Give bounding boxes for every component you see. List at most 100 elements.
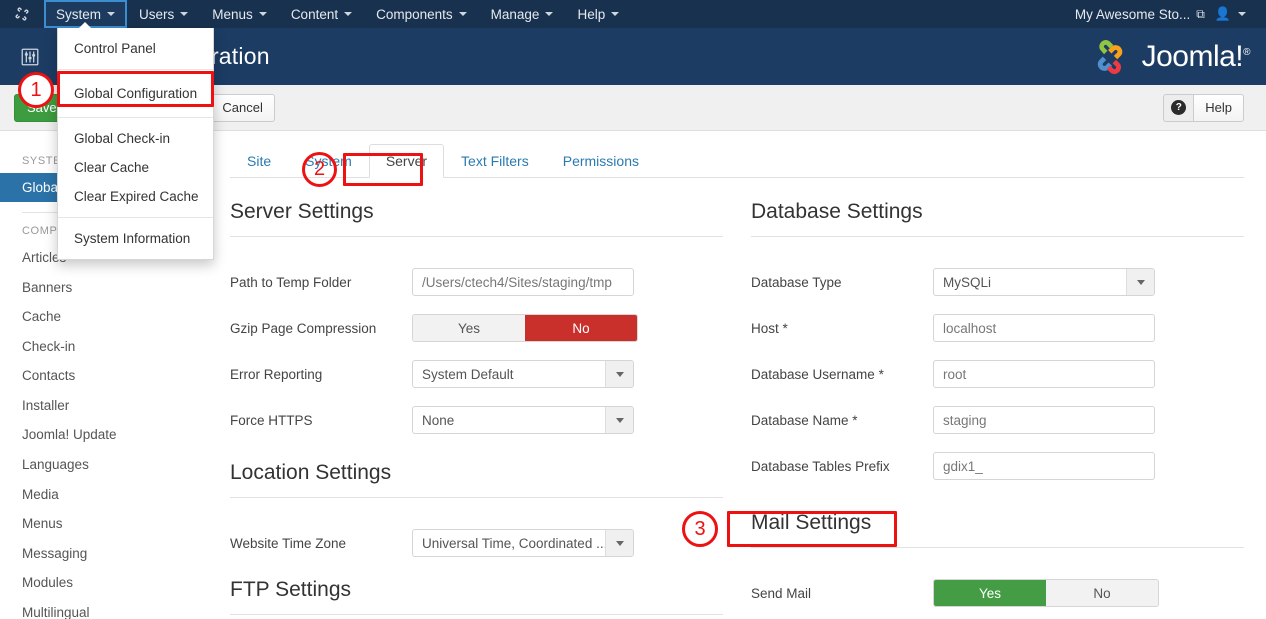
tab-site[interactable]: Site [230,144,288,178]
site-name-link[interactable]: My Awesome Sto... ⧉ [1075,7,1205,22]
menu-divider [58,69,213,70]
field-row-temp-folder: Path to Temp Folder /Users/ctech4/Sites/… [230,259,723,305]
label-error-reporting: Error Reporting [230,366,323,382]
select-database-type[interactable]: MySQLi [933,268,1155,296]
top-nav-manage[interactable]: Manage [479,0,566,28]
menu-item-global-configuration[interactable]: Global Configuration [58,76,213,111]
tab-permissions[interactable]: Permissions [546,144,656,178]
sidebar-item-menus[interactable]: Menus [0,509,212,539]
right-settings-column: Database Settings Database Type MySQLi H… [751,200,1244,619]
top-nav-menus[interactable]: Menus [200,0,279,28]
label-database-tables-prefix: Database Tables Prefix [751,458,890,474]
input-database-name[interactable]: staging [933,406,1155,434]
sliders-icon [0,46,46,68]
input-database-username[interactable]: root [933,360,1155,388]
select-error-reporting-value: System Default [422,366,514,382]
field-row-host: Host * localhost [751,305,1244,351]
field-row-database-type: Database Type MySQLi [751,259,1244,305]
sidebar-item-languages[interactable]: Languages [0,450,212,480]
settings-columns: Server Settings Path to Temp Folder /Use… [230,178,1244,619]
tab-system[interactable]: System [288,144,369,178]
help-button[interactable]: ? Help [1163,93,1244,122]
field-row-database-username: Database Username * root [751,351,1244,397]
select-database-type-value: MySQLi [943,274,992,290]
top-nav-menus-label: Menus [212,6,253,22]
input-database-tables-prefix[interactable]: gdix1_ [933,452,1155,480]
toggle-gzip-page-compression[interactable]: Yes No [412,314,638,342]
top-nav-content-label: Content [290,6,339,22]
toggle-gzip-no[interactable]: No [525,315,637,341]
select-website-time-zone[interactable]: Universal Time, Coordinated ... [412,529,634,557]
site-name-label: My Awesome Sto... [1074,6,1191,22]
toggle-gzip-yes[interactable]: Yes [413,315,525,341]
menu-divider [58,217,213,218]
cancel-button-label: Cancel [222,100,263,115]
top-nav-manage-label: Manage [490,6,540,22]
toggle-send-mail-no[interactable]: No [1046,580,1158,606]
toggle-send-mail-yes[interactable]: Yes [934,580,1046,606]
sidebar-item-multilingual-associations[interactable]: Multilingual Associations [0,598,120,619]
chevron-down-icon [258,12,267,16]
help-button-label-wrap[interactable]: Help [1193,93,1244,122]
field-row-database-name: Database Name * staging [751,397,1244,443]
help-icon: ? [1163,93,1194,122]
label-database-type: Database Type [751,274,842,290]
menu-item-control-panel[interactable]: Control Panel [58,34,213,63]
chevron-down-icon[interactable] [605,407,633,433]
label-database-username: Database Username * [751,366,884,382]
field-row-force-https: Force HTTPS None [230,397,723,443]
user-menu-button[interactable]: 👤 [1209,6,1252,22]
joomla-logo-icon[interactable] [0,5,44,23]
chevron-down-icon[interactable] [1126,269,1154,295]
section-rule [751,236,1244,237]
sidebar-item-check-in[interactable]: Check-in [0,332,212,362]
menu-item-clear-cache[interactable]: Clear Cache [58,153,213,182]
label-path-to-temp-folder: Path to Temp Folder [230,274,352,290]
toggle-send-mail[interactable]: Yes No [933,579,1159,607]
top-nav-users-label: Users [139,6,175,22]
sidebar-item-joomla-update[interactable]: Joomla! Update [0,420,212,450]
top-nav-help[interactable]: Help [565,0,631,28]
sidebar-item-messaging[interactable]: Messaging [0,539,212,569]
top-nav-system-label: System [56,6,102,22]
menu-item-clear-expired-cache[interactable]: Clear Expired Cache [58,182,213,211]
joomla-brand-logo: Joomla!® [1088,36,1250,78]
menu-item-global-check-in[interactable]: Global Check-in [58,124,213,153]
sidebar-item-modules[interactable]: Modules [0,568,212,598]
database-settings-heading: Database Settings [751,200,923,223]
sidebar-item-media[interactable]: Media [0,480,212,510]
chevron-down-icon [1238,12,1246,16]
menu-divider [58,117,213,118]
select-error-reporting[interactable]: System Default [412,360,634,388]
tab-server[interactable]: Server [368,144,445,178]
ftp-settings-heading: FTP Settings [230,578,351,601]
section-rule [230,497,723,498]
sidebar-item-installer[interactable]: Installer [0,391,212,421]
user-icon: 👤 [1214,6,1231,21]
top-nav-help-label: Help [577,6,606,22]
top-nav-components[interactable]: Components [364,0,479,28]
section-rule [230,614,723,615]
menu-item-system-information[interactable]: System Information [58,224,213,253]
section-rule [230,236,723,237]
select-force-https[interactable]: None [412,406,634,434]
input-path-to-temp-folder[interactable]: /Users/ctech4/Sites/staging/tmp [412,268,634,296]
top-nav-users[interactable]: Users [127,0,200,28]
field-row-gzip: Gzip Page Compression Yes No [230,305,723,351]
select-website-time-zone-value: Universal Time, Coordinated ... [422,535,605,551]
top-bar-right-cluster: My Awesome Sto... ⧉ 👤 [1075,6,1266,22]
chevron-down-icon[interactable] [605,530,633,556]
chevron-down-icon [458,12,467,16]
input-host[interactable]: localhost [933,314,1155,342]
tab-text-filters[interactable]: Text Filters [444,144,546,178]
sidebar-item-cache[interactable]: Cache [0,302,212,332]
cancel-button-label-wrap[interactable]: Cancel [210,93,275,122]
top-nav-content[interactable]: Content [279,0,364,28]
config-tab-bar: Site System Server Text Filters Permissi… [230,131,1244,178]
sidebar-item-contacts[interactable]: Contacts [0,361,212,391]
label-send-mail: Send Mail [751,585,812,601]
joomla-wordmark: Joomla!® [1141,39,1251,73]
chevron-down-icon[interactable] [605,361,633,387]
sidebar-item-banners[interactable]: Banners [0,273,212,303]
left-settings-column: Server Settings Path to Temp Folder /Use… [230,200,723,619]
